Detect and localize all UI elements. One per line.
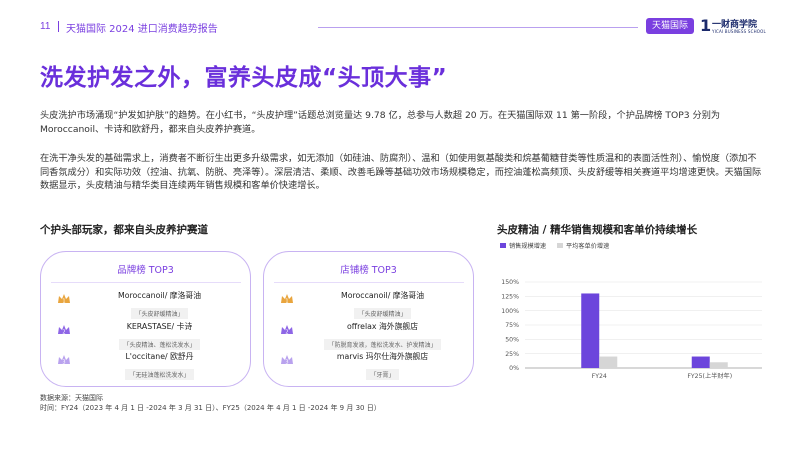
y-tick-label: 75% xyxy=(505,322,519,329)
store-product-tag: 「防脱育发液，蓬松洗发水、护发精油」 xyxy=(324,339,441,350)
crown-purple-icon: 2 xyxy=(281,325,293,336)
rank-number: 2 xyxy=(62,330,65,336)
brand-name: Moroccanoil/ 摩洛哥油 xyxy=(118,291,201,300)
data-source-note: 数据来源：天猫国际 xyxy=(40,394,103,402)
x-tick-label: FY24 xyxy=(592,373,607,380)
y-tick-label: 150% xyxy=(501,279,519,286)
brand-name: KERASTASE/ 卡诗 xyxy=(126,322,193,331)
store-ranking-title: 店铺榜 TOP3 xyxy=(340,265,397,276)
page-title: 洗发护发之外，富养头皮成“头顶大事” xyxy=(40,65,448,91)
rank-number: 1 xyxy=(62,299,65,305)
card-divider xyxy=(274,282,464,283)
legend-swatch-price xyxy=(557,243,563,248)
crown-gold-icon: 1 xyxy=(281,294,293,305)
header-rule xyxy=(318,27,638,28)
yicai-mark: 1 xyxy=(700,16,712,35)
rank-number: 1 xyxy=(285,299,288,305)
growth-bar-chart: 0% 25% 50% 75% 100% 125% 150% FY24 FY25(上半财年) xyxy=(501,279,762,380)
store-name: offrelax 海外旗舰店 xyxy=(347,322,418,331)
brand-product-tag: 「无硅油蓬松洗发水」 xyxy=(125,369,194,380)
report-title: 天猫国际 2024 进口消费趋势报告 xyxy=(66,24,218,35)
store-product-tag: 「头皮舒缓精油」 xyxy=(354,308,411,319)
crown-purple-icon: 2 xyxy=(58,325,70,336)
y-tick-label: 0% xyxy=(509,365,519,372)
y-tick-label: 50% xyxy=(505,337,519,344)
page-number: 11 xyxy=(40,21,51,32)
y-tick-label: 100% xyxy=(501,308,519,315)
brand-name: L'occitane/ 欧舒丹 xyxy=(125,352,194,361)
y-tick-label: 25% xyxy=(505,351,519,358)
brand-rank-row-1: 1 Moroccanoil/ 摩洛哥油 「头皮舒缓精油」 xyxy=(41,290,250,319)
legend-label-sales: 销售规模增速 xyxy=(509,243,547,250)
card-divider xyxy=(51,282,241,283)
bar-price xyxy=(709,362,728,368)
intro-paragraph: 头皮洗护市场涌现“护发如护肤”的趋势。在小红书，“头皮护理”话题总浏览量达 9.… xyxy=(40,110,721,135)
bar-sales xyxy=(581,293,600,368)
brand-product-tag: 「头皮精油、蓬松洗发水」 xyxy=(119,339,200,350)
crown-light-purple-icon: 3 xyxy=(58,355,70,366)
yicai-subtitle: YICAI BUSINESS SCHOOL xyxy=(712,29,766,34)
store-name: marvis 玛尔仕海外旗舰店 xyxy=(336,352,429,361)
chart-section-title: 头皮精油 / 精华销售规模和客单价持续增长 xyxy=(497,224,698,236)
detail-paragraph: 在洗干净头发的基础需求上，消费者不断衍生出更多升级需求，如无添加（如硅油、防腐剂… xyxy=(40,153,762,191)
rank-number: 3 xyxy=(285,360,288,366)
rank-number: 2 xyxy=(285,330,288,336)
tmall-global-logo: 天猫国际 xyxy=(646,18,694,34)
store-ranking-card: 店铺榜 TOP3 1 Moroccanoil/ 摩洛哥油 「头皮舒缓精油」 2 … xyxy=(263,251,474,387)
page-header: 11 天猫国际 2024 进口消费趋势报告 天猫国际 1 一财商学院 YICAI… xyxy=(0,0,800,36)
store-rank-row-1: 1 Moroccanoil/ 摩洛哥油 「头皮舒缓精油」 xyxy=(264,290,473,319)
brand-rank-row-3: 3 L'occitane/ 欧舒丹 「无硅油蓬松洗发水」 xyxy=(41,351,250,380)
brand-ranking-title: 品牌榜 TOP3 xyxy=(117,265,174,276)
legend-label-price: 平均客单价增速 xyxy=(566,243,610,250)
crown-light-purple-icon: 3 xyxy=(281,355,293,366)
brand-product-tag: 「头皮舒缓精油」 xyxy=(131,308,188,319)
legend-swatch-sales xyxy=(500,243,506,248)
header-separator xyxy=(58,21,59,32)
store-name: Moroccanoil/ 摩洛哥油 xyxy=(341,291,424,300)
time-period-note: 时间：FY24（2023 年 4 月 1 日 -2024 年 3 月 31 日）… xyxy=(40,404,381,412)
rank-number: 3 xyxy=(62,360,65,366)
store-rank-row-2: 2 offrelax 海外旗舰店 「防脱育发液，蓬松洗发水、护发精油」 xyxy=(264,321,473,350)
brand-rank-row-2: 2 KERASTASE/ 卡诗 「头皮精油、蓬松洗发水」 xyxy=(41,321,250,350)
store-product-tag: 「牙膏」 xyxy=(366,369,399,380)
rankings-section-title: 个护头部玩家，都来自头皮养护赛道 xyxy=(40,224,208,236)
yicai-logo: 1 一财商学院 YICAI BUSINESS SCHOOL xyxy=(700,16,766,39)
bar-price xyxy=(599,356,618,368)
store-rank-row-3: 3 marvis 玛尔仕海外旗舰店 「牙膏」 xyxy=(264,351,473,380)
bar-sales xyxy=(691,356,710,368)
y-tick-label: 125% xyxy=(501,294,519,301)
x-tick-label: FY25(上半财年) xyxy=(687,372,732,380)
crown-gold-icon: 1 xyxy=(58,294,70,305)
brand-ranking-card: 品牌榜 TOP3 1 Moroccanoil/ 摩洛哥油 「头皮舒缓精油」 2 … xyxy=(40,251,251,387)
